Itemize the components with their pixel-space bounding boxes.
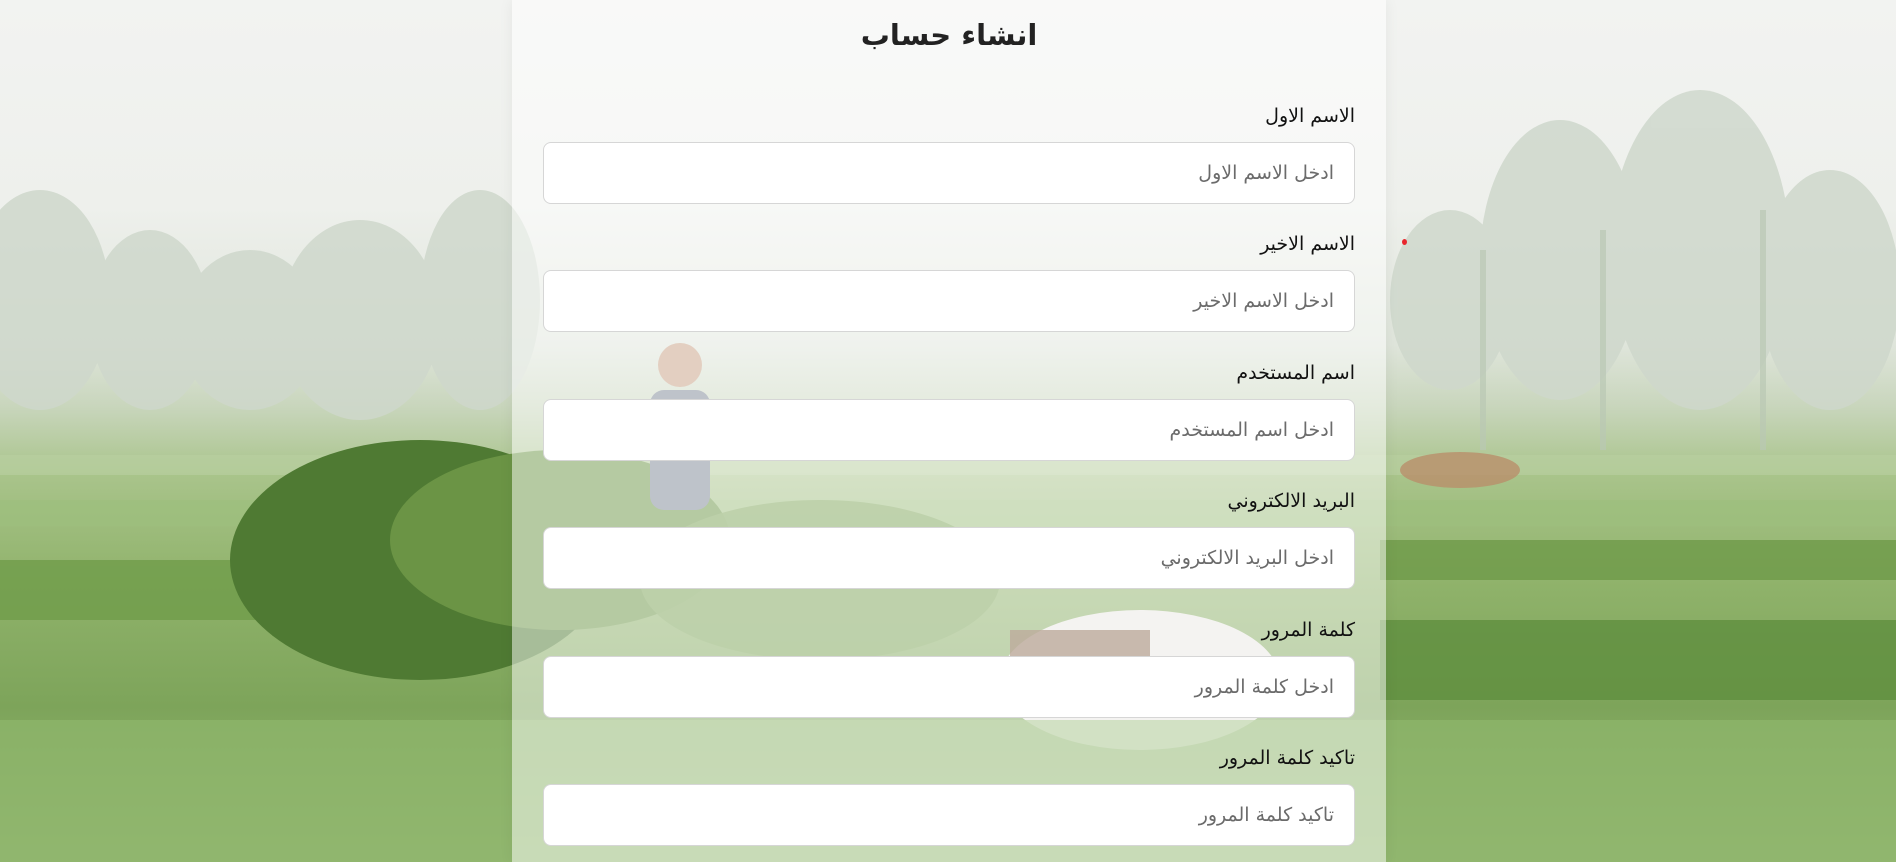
page-title: انشاء حساب xyxy=(860,18,1038,52)
password-input[interactable] xyxy=(543,656,1355,718)
username-label: اسم المستخدم xyxy=(1236,362,1355,384)
confirm-password-label: تاكيد كلمة المرور xyxy=(1219,747,1355,769)
email-label: البريد الالكتروني xyxy=(1227,490,1356,512)
first-name-label: الاسم الاول xyxy=(1265,105,1355,127)
first-name-input[interactable] xyxy=(543,142,1355,204)
last-name-input[interactable] xyxy=(543,270,1355,332)
password-label: كلمة المرور xyxy=(1261,619,1355,641)
username-input[interactable] xyxy=(543,399,1355,461)
signup-form-card: انشاء حساب الاسم الاول الاسم الاخير اسم … xyxy=(512,0,1386,862)
email-input[interactable] xyxy=(543,527,1355,589)
red-dot-marker xyxy=(1402,239,1407,245)
confirm-password-input[interactable] xyxy=(543,784,1355,846)
last-name-label: الاسم الاخير xyxy=(1260,233,1355,255)
